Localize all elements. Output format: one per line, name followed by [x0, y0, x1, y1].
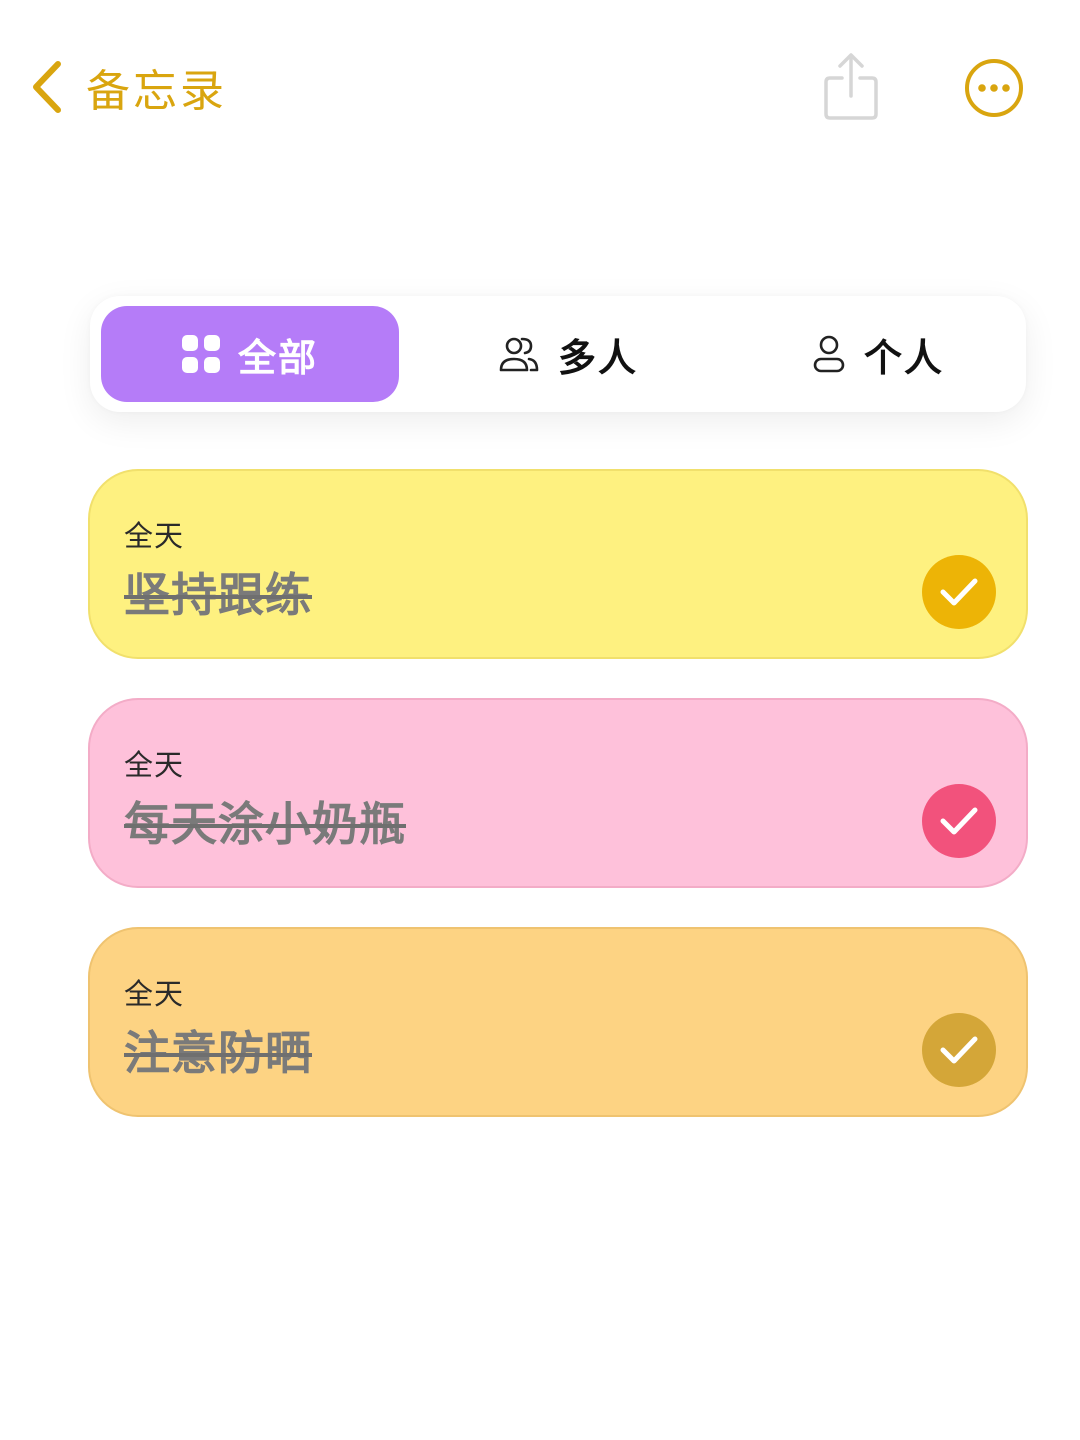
memo-card[interactable]: 全天 每天涂小奶瓶 — [88, 698, 1028, 888]
back-button[interactable]: 备忘录 — [30, 52, 227, 122]
grid-icon — [181, 335, 238, 373]
back-label: 备忘录 — [86, 66, 227, 117]
more-dots-icon — [963, 59, 1025, 123]
tab-all[interactable]: 全部 — [101, 306, 399, 402]
tab-personal[interactable]: 个人 — [758, 306, 998, 402]
tab-multi-person[interactable]: 多人 — [448, 306, 688, 402]
checkmark-icon — [939, 1034, 979, 1066]
filter-tab-bar: 全部 多人 个人 — [90, 296, 1026, 412]
memo-title: 注意防晒 — [124, 1026, 312, 1080]
share-button[interactable] — [822, 52, 880, 122]
share-icon — [822, 53, 880, 126]
person-icon — [812, 334, 864, 374]
memo-card[interactable]: 全天 坚持跟练 — [88, 469, 1028, 659]
memo-time: 全天 — [124, 519, 185, 553]
completed-checkbox[interactable] — [922, 1013, 996, 1087]
memo-time: 全天 — [124, 977, 185, 1011]
completed-checkbox[interactable] — [922, 555, 996, 629]
memo-title: 坚持跟练 — [124, 568, 312, 622]
tab-multi-label: 多人 — [557, 335, 638, 380]
chevron-left-icon — [30, 59, 64, 115]
memo-time: 全天 — [124, 748, 185, 782]
tab-all-label: 全部 — [237, 335, 318, 380]
checkmark-icon — [939, 805, 979, 837]
more-button[interactable] — [963, 57, 1025, 119]
tab-personal-label: 个人 — [863, 335, 944, 380]
people-icon — [498, 335, 558, 373]
memo-title: 每天涂小奶瓶 — [124, 797, 406, 851]
completed-checkbox[interactable] — [922, 784, 996, 858]
memo-card[interactable]: 全天 注意防晒 — [88, 927, 1028, 1117]
checkmark-icon — [939, 576, 979, 608]
